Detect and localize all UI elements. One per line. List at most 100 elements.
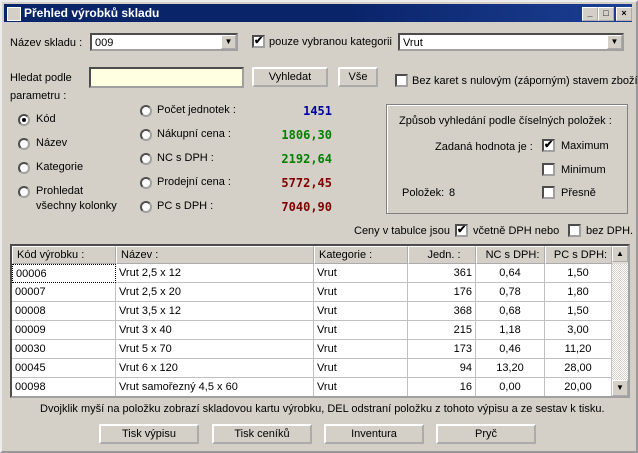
cell-units[interactable]: 94 xyxy=(408,359,476,378)
cell-pc-vat[interactable]: 1,50 xyxy=(545,264,612,283)
cell-category[interactable]: Vrut xyxy=(314,359,408,378)
cell-units[interactable]: 368 xyxy=(408,302,476,321)
col-header-category[interactable]: Kategorie : xyxy=(314,246,408,264)
minimum-checkbox[interactable] xyxy=(542,163,555,176)
minimize-button[interactable]: _ xyxy=(582,7,598,21)
param-category-radio[interactable] xyxy=(18,162,30,174)
category-value: Vrut xyxy=(403,37,423,49)
table-scrollbar[interactable]: ▲ ▼ xyxy=(612,246,628,396)
cell-pc-vat[interactable]: 1,50 xyxy=(545,302,612,321)
stat-purchase-vat-radio[interactable] xyxy=(140,153,152,165)
exact-checkbox[interactable] xyxy=(542,186,555,199)
search-input[interactable] xyxy=(89,67,244,88)
given-value-label: Zadaná hodnota je : xyxy=(435,141,533,153)
cell-nc-vat[interactable]: 0,78 xyxy=(476,283,545,302)
scroll-down-icon[interactable]: ▼ xyxy=(612,380,628,396)
chevron-down-icon[interactable]: ▼ xyxy=(607,35,622,49)
cell-nc-vat[interactable]: 0,00 xyxy=(476,378,545,396)
with-vat-checkbox[interactable]: ✔ xyxy=(455,224,468,237)
cell-units[interactable]: 176 xyxy=(408,283,476,302)
param-all-columns-radio[interactable] xyxy=(18,186,30,198)
cell-name[interactable]: Vrut 3 x 40 xyxy=(116,321,314,340)
category-select[interactable]: Vrut ▼ xyxy=(398,33,624,51)
cell-code[interactable]: 00008 xyxy=(12,302,116,321)
cell-category[interactable]: Vrut xyxy=(314,321,408,340)
cell-code[interactable]: 00007 xyxy=(12,283,116,302)
warehouse-select[interactable]: 009 ▼ xyxy=(90,33,238,51)
cell-name[interactable]: Vrut 6 x 120 xyxy=(116,359,314,378)
without-vat-checkbox[interactable] xyxy=(568,224,581,237)
search-button[interactable]: Vyhledat xyxy=(252,67,328,87)
table-row[interactable]: 00006 Vrut 2,5 x 12 Vrut 361 0,64 1,50 xyxy=(12,264,612,283)
stat-units-radio[interactable] xyxy=(140,105,152,117)
table-row[interactable]: 00030 Vrut 5 x 70 Vrut 173 0,46 11,20 xyxy=(12,340,612,359)
cell-code[interactable]: 00009 xyxy=(12,321,116,340)
cell-name[interactable]: Vrut 2,5 x 12 xyxy=(116,264,314,283)
cell-pc-vat[interactable]: 20,00 xyxy=(545,378,612,396)
cell-nc-vat[interactable]: 0,46 xyxy=(476,340,545,359)
close-button[interactable]: × xyxy=(616,7,632,21)
warehouse-label: Název skladu : xyxy=(10,37,83,49)
cell-pc-vat[interactable]: 28,00 xyxy=(545,359,612,378)
cell-category[interactable]: Vrut xyxy=(314,378,408,396)
table-row[interactable]: 00009 Vrut 3 x 40 Vrut 215 1,18 3,00 xyxy=(12,321,612,340)
maximize-button[interactable]: □ xyxy=(598,7,614,21)
cell-name[interactable]: Vrut 3,5 x 12 xyxy=(116,302,314,321)
cell-nc-vat[interactable]: 0,64 xyxy=(476,264,545,283)
print-pricelists-button[interactable]: Tisk ceníků xyxy=(212,424,312,444)
minimum-label: Minimum xyxy=(561,164,606,176)
param-code-radio[interactable] xyxy=(18,114,30,126)
table-row[interactable]: 00045 Vrut 6 x 120 Vrut 94 13,20 28,00 xyxy=(12,359,612,378)
cell-nc-vat[interactable]: 0,68 xyxy=(476,302,545,321)
stat-sale-vat-radio[interactable] xyxy=(140,201,152,213)
cell-pc-vat[interactable]: 3,00 xyxy=(545,321,612,340)
cell-code[interactable]: 00045 xyxy=(12,359,116,378)
stat-sale-radio[interactable] xyxy=(140,177,152,189)
stat-units-value: 1451 xyxy=(303,104,332,118)
scrollbar-track[interactable] xyxy=(612,264,628,384)
col-header-pc-vat[interactable]: PC s DPH: xyxy=(545,246,612,264)
cell-units[interactable]: 361 xyxy=(408,264,476,283)
col-header-code[interactable]: Kód výrobku : xyxy=(12,246,116,264)
cell-code[interactable]: 00030 xyxy=(12,340,116,359)
chevron-down-icon[interactable]: ▼ xyxy=(221,35,236,49)
cell-nc-vat[interactable]: 13,20 xyxy=(476,359,545,378)
cell-pc-vat[interactable]: 1,80 xyxy=(545,283,612,302)
col-header-nc-vat[interactable]: NC s DPH: xyxy=(476,246,545,264)
cell-category[interactable]: Vrut xyxy=(314,302,408,321)
table-row[interactable]: 00098 Vrut samořezný 4,5 x 60 Vrut 16 0,… xyxy=(12,378,612,396)
table-row[interactable]: 00008 Vrut 3,5 x 12 Vrut 368 0,68 1,50 xyxy=(12,302,612,321)
all-button[interactable]: Vše xyxy=(338,67,378,87)
cell-category[interactable]: Vrut xyxy=(314,283,408,302)
cell-pc-vat[interactable]: 11,20 xyxy=(545,340,612,359)
table-row[interactable]: 00007 Vrut 2,5 x 20 Vrut 176 0,78 1,80 xyxy=(12,283,612,302)
cell-units[interactable]: 215 xyxy=(408,321,476,340)
inventory-button[interactable]: Inventura xyxy=(324,424,424,444)
cell-category[interactable]: Vrut xyxy=(314,340,408,359)
param-name-label: Název xyxy=(36,137,68,149)
param-all-columns-label-2: všechny kolonky xyxy=(36,200,117,212)
cell-nc-vat[interactable]: 1,18 xyxy=(476,321,545,340)
search-label-line2: parametru : xyxy=(10,90,67,102)
zero-stock-label: Bez karet s nulovým (záporným) stavem zb… xyxy=(412,75,638,87)
cell-units[interactable]: 173 xyxy=(408,340,476,359)
scroll-up-icon[interactable]: ▲ xyxy=(612,246,628,262)
away-button[interactable]: Pryč xyxy=(436,424,536,444)
col-header-name[interactable]: Název : xyxy=(116,246,314,264)
maximum-checkbox[interactable]: ✔ xyxy=(542,139,555,152)
cell-name[interactable]: Vrut samořezný 4,5 x 60 xyxy=(116,378,314,396)
stat-purchase-radio[interactable] xyxy=(140,129,152,141)
products-table[interactable]: Kód výrobku : Název : Kategorie : Jedn. … xyxy=(10,244,630,398)
print-list-button[interactable]: Tisk výpisu xyxy=(99,424,199,444)
cell-name[interactable]: Vrut 2,5 x 20 xyxy=(116,283,314,302)
param-name-radio[interactable] xyxy=(18,138,30,150)
col-header-units[interactable]: Jedn. : xyxy=(408,246,476,264)
cell-code[interactable]: 00098 xyxy=(12,378,116,396)
main-window: Přehled výrobků skladu _ □ × Název sklad… xyxy=(0,0,638,453)
only-selected-category-checkbox[interactable]: ✔ xyxy=(252,35,265,48)
cell-units[interactable]: 16 xyxy=(408,378,476,396)
zero-stock-checkbox[interactable] xyxy=(395,74,408,87)
cell-name[interactable]: Vrut 5 x 70 xyxy=(116,340,314,359)
cell-code[interactable]: 00006 xyxy=(12,264,116,283)
cell-category[interactable]: Vrut xyxy=(314,264,408,283)
